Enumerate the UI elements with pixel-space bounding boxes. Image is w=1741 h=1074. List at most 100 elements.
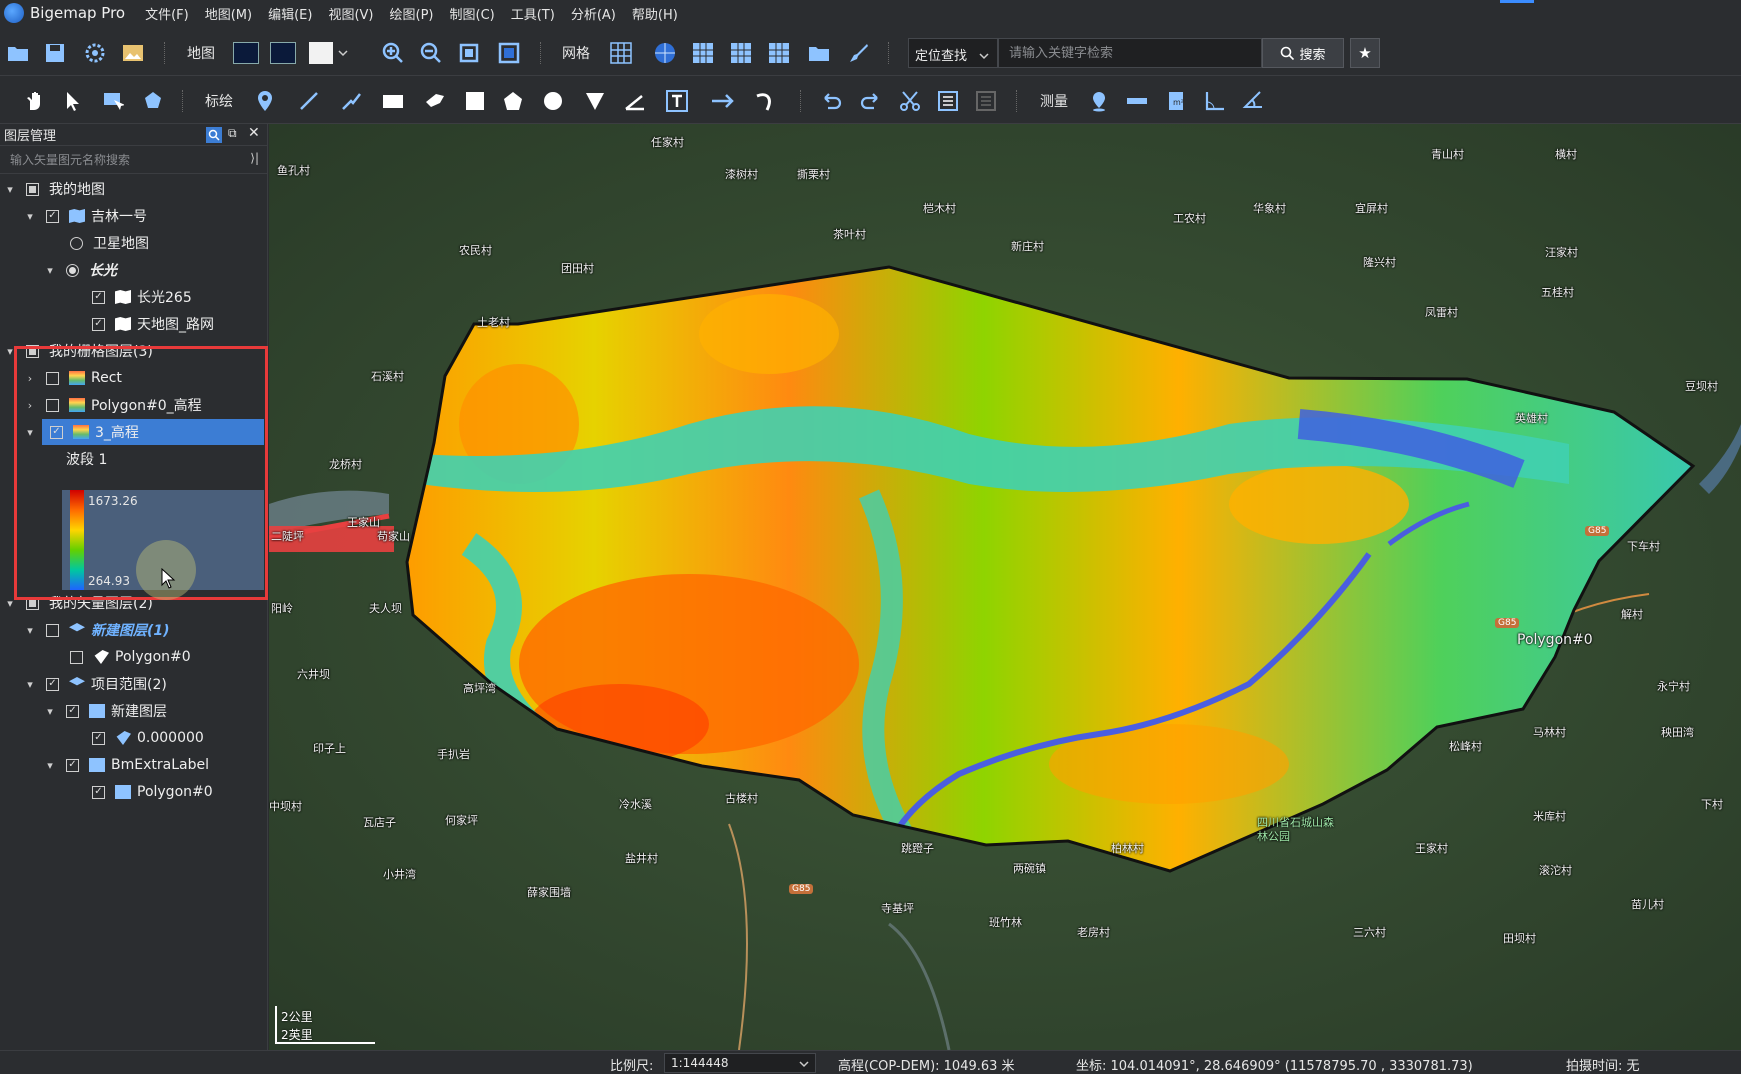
scale-select[interactable]: 1:144448 <box>664 1053 816 1073</box>
tree-cg265[interactable]: ✓ 长光265 <box>92 284 192 310</box>
zoom-out-icon[interactable] <box>418 40 444 66</box>
mouse-cursor-icon <box>161 568 176 589</box>
panel-close-icon[interactable]: ✕ <box>248 125 260 141</box>
tree-polygon0b[interactable]: ✓ Polygon#0 <box>92 779 213 805</box>
settings-gear-icon[interactable] <box>82 40 108 66</box>
select-box-icon[interactable] <box>100 88 126 114</box>
menu-edit[interactable]: 编辑(E) <box>268 4 312 23</box>
tree-zero[interactable]: ✓ 0.000000 <box>92 725 204 751</box>
tree-bmextra[interactable]: ▾ ✓ BmExtraLabel <box>44 752 209 778</box>
map-canvas[interactable]: 任家村 鱼孔村 漆树村 撕栗村 桤木村 茶叶村 工农村 华象村 宜屏村 青山村 … <box>269 124 1741 1050</box>
measure-area-icon[interactable]: m² <box>1164 88 1190 114</box>
jilin-checkbox[interactable]: ✓ <box>46 209 59 223</box>
tree-new-layer[interactable]: ▾ ✓ 新建图层 <box>44 698 167 724</box>
square-icon[interactable] <box>462 88 488 114</box>
bmextra-checkbox[interactable]: ✓ <box>66 758 79 772</box>
search-button[interactable]: 搜索 <box>1262 38 1344 68</box>
nm-grid-icon[interactable] <box>728 40 754 66</box>
polygon0-checkbox[interactable] <box>70 650 83 664</box>
map-dropdown-chevron-icon[interactable] <box>336 40 350 66</box>
text-icon[interactable] <box>664 88 690 114</box>
freehand-line-icon[interactable] <box>338 88 364 114</box>
circle-icon[interactable] <box>540 88 566 114</box>
save-icon[interactable] <box>42 40 68 66</box>
latlng-grid-icon[interactable] <box>652 40 678 66</box>
zero-checkbox[interactable]: ✓ <box>92 731 105 745</box>
tree-satellite[interactable]: 卫星地图 <box>70 230 149 256</box>
sector-icon[interactable] <box>582 88 608 114</box>
cg265-checkbox[interactable]: ✓ <box>92 290 105 304</box>
mgrs-grid-icon[interactable] <box>766 40 792 66</box>
arrow-icon[interactable] <box>710 88 736 114</box>
collapse-panel-icon[interactable]: ⟩| <box>250 151 259 165</box>
polygon-icon <box>116 731 131 745</box>
freehand-polygon-icon[interactable] <box>422 88 448 114</box>
tree-new-layer-1[interactable]: ▾ 新建图层(1) <box>24 617 170 643</box>
angle-icon[interactable] <box>622 88 648 114</box>
marker-icon[interactable] <box>252 88 278 114</box>
my-map-checkbox[interactable] <box>26 182 39 196</box>
search-type-select[interactable]: 定位查找 <box>908 38 998 68</box>
tree-polygon0[interactable]: Polygon#0 <box>70 644 191 670</box>
panel-undock-icon[interactable]: ⧉ <box>228 126 237 141</box>
map-source-2-icon[interactable] <box>270 40 296 66</box>
grid-icon[interactable] <box>608 40 634 66</box>
measure-azimuth-icon[interactable] <box>1240 88 1266 114</box>
zoom-in-icon[interactable] <box>380 40 406 66</box>
polygon0b-checkbox[interactable]: ✓ <box>92 785 105 799</box>
satellite-radio[interactable] <box>70 236 83 250</box>
tianditu-checkbox[interactable]: ✓ <box>92 317 105 331</box>
menu-draw[interactable]: 绘图(P) <box>390 4 434 23</box>
menu-map[interactable]: 地图(M) <box>205 4 252 23</box>
tree-jilin[interactable]: ▾ ✓ 吉林一号 <box>24 203 147 229</box>
menu-analysis[interactable]: 分析(A) <box>571 4 616 23</box>
pan-hand-icon[interactable] <box>22 88 48 114</box>
menu-cartography[interactable]: 制图(C) <box>450 4 495 23</box>
tree-changguang[interactable]: ▾ 长光 <box>44 257 117 283</box>
polygon-map-label: Polygon#0 <box>1517 632 1593 648</box>
line-icon[interactable] <box>296 88 322 114</box>
chevron-down-icon: ▾ <box>27 209 33 223</box>
map-source-1-icon[interactable] <box>233 40 259 66</box>
draw-toolbar: 标绘 测量 m² <box>0 78 1741 124</box>
panel-header: 图层管理 ⧉ ✕ <box>0 124 267 146</box>
favorite-star-button[interactable]: ★ <box>1350 38 1380 68</box>
rectangle-icon[interactable] <box>380 88 406 114</box>
brush-icon[interactable] <box>845 40 871 66</box>
pentagon-icon[interactable] <box>500 88 526 114</box>
road-badge-2: G85 <box>1495 618 1520 628</box>
attribute-table-icon[interactable] <box>935 88 961 114</box>
new-layer-checkbox[interactable]: ✓ <box>66 704 79 718</box>
project-range-checkbox[interactable]: ✓ <box>46 677 59 691</box>
redo-icon[interactable] <box>858 88 884 114</box>
select-polygon-icon[interactable] <box>140 88 166 114</box>
image-icon[interactable] <box>120 40 146 66</box>
zoom-extent-icon[interactable] <box>456 40 482 66</box>
new-layer-1-checkbox[interactable] <box>46 623 59 637</box>
menu-tools[interactable]: 工具(T) <box>511 4 555 23</box>
menu-view[interactable]: 视图(V) <box>328 4 373 23</box>
changguang-radio[interactable] <box>66 263 79 277</box>
scissors-icon[interactable] <box>897 88 923 114</box>
measure-angle-icon[interactable] <box>1202 88 1228 114</box>
tree-my-map[interactable]: ▾ 我的地图 <box>4 176 105 202</box>
menu-help[interactable]: 帮助(H) <box>632 4 678 23</box>
tree-tianditu[interactable]: ✓ 天地图_路网 <box>92 311 214 337</box>
search-input[interactable] <box>998 38 1262 68</box>
curved-arrow-icon[interactable] <box>752 88 778 114</box>
open-folder-icon[interactable] <box>5 40 31 66</box>
select-arrow-icon[interactable] <box>60 88 86 114</box>
attribute-table-disabled-icon[interactable] <box>973 88 999 114</box>
layer-search-input[interactable]: 输入矢量图元名称搜索 ⟩| <box>0 146 267 174</box>
full-extent-icon[interactable] <box>496 40 522 66</box>
tree-project-range[interactable]: ▾ ✓ 项目范围(2) <box>24 671 167 697</box>
km-grid-icon[interactable] <box>690 40 716 66</box>
panel-search-icon[interactable] <box>206 127 222 143</box>
measure-point-icon[interactable] <box>1086 88 1112 114</box>
measure-distance-icon[interactable] <box>1124 88 1150 114</box>
folder-grid-icon[interactable] <box>806 40 832 66</box>
undo-icon[interactable] <box>818 88 844 114</box>
menu-file[interactable]: 文件(F) <box>145 4 189 23</box>
layers-icon <box>69 623 85 632</box>
map-source-3-icon[interactable] <box>308 40 334 66</box>
